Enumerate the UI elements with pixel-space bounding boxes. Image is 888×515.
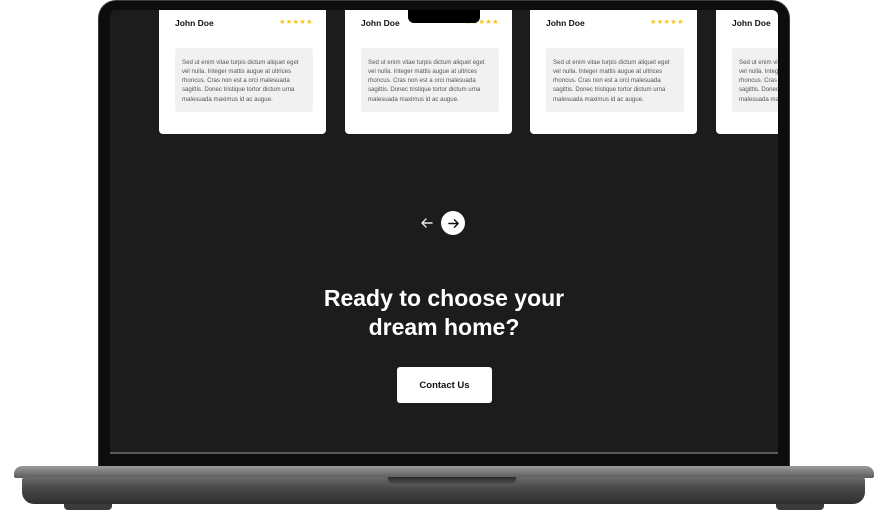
cta-heading: Ready to choose your dream home?: [110, 284, 778, 342]
laptop-foot: [776, 504, 824, 510]
testimonial-card: John Doe ★★★★★ Sed ut enim vitae turpis …: [530, 10, 697, 134]
reviewer-name: John Doe: [175, 18, 214, 28]
carousel-nav: [110, 211, 778, 235]
reviewer-name: John Doe: [546, 18, 585, 28]
cta-heading-line: dream home?: [368, 314, 520, 340]
screen: John Doe ★★★★★ Sed ut enim vitae turpis …: [110, 10, 778, 453]
arrow-left-icon[interactable]: [417, 213, 437, 233]
testimonial-text: Sed ut enim vitae turpis dictum aliquet …: [361, 48, 499, 112]
star-rating-icon: ★★★★★: [279, 19, 313, 26]
testimonial-text: Sed ut enim vitae turpis dictum aliquet …: [732, 48, 778, 112]
reviewer-name: John Doe: [732, 18, 771, 28]
testimonial-text: Sed ut enim vitae turpis dictum aliquet …: [175, 48, 313, 112]
star-rating-icon: ★★★★★: [650, 19, 684, 26]
screen-bottom-edge: [110, 452, 778, 454]
reviewer-name: John Doe: [361, 18, 400, 28]
cta-heading-line: Ready to choose your: [323, 285, 565, 311]
camera-notch: [408, 10, 480, 23]
contact-us-button[interactable]: Contact Us: [397, 367, 492, 403]
testimonial-card: John Doe ★★★★★ Sed ut enim vitae turpis …: [159, 10, 326, 134]
testimonial-text: Sed ut enim vitae turpis dictum aliquet …: [546, 48, 684, 112]
arrow-right-icon[interactable]: [441, 211, 465, 235]
laptop-foot: [64, 504, 112, 510]
testimonial-card: John Doe ★★★★★ Sed ut enim vitae turpis …: [716, 10, 778, 134]
testimonial-card: John Doe ★★★★★ Sed ut enim vitae turpis …: [345, 10, 512, 134]
laptop-hinge-notch: [388, 477, 516, 486]
